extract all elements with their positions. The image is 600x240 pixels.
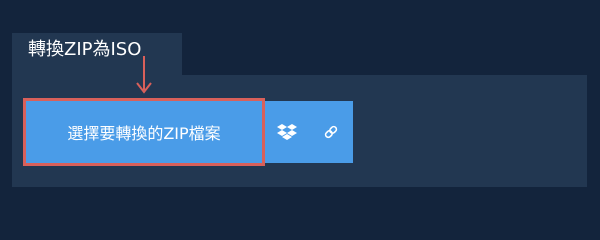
tab-convert-zip-to-iso: 轉換ZIP為ISO [12,33,182,75]
choose-file-button[interactable]: 選擇要轉換的ZIP檔案 [26,101,262,163]
link-icon [324,125,338,139]
tab-title: 轉換ZIP為ISO [28,39,142,60]
upload-source-buttons [265,101,353,163]
pointer-arrow-icon [136,56,152,94]
dropbox-button[interactable] [265,101,309,163]
choose-file-label: 選擇要轉換的ZIP檔案 [67,124,221,143]
dropbox-icon [277,124,297,140]
url-link-button[interactable] [309,101,353,163]
